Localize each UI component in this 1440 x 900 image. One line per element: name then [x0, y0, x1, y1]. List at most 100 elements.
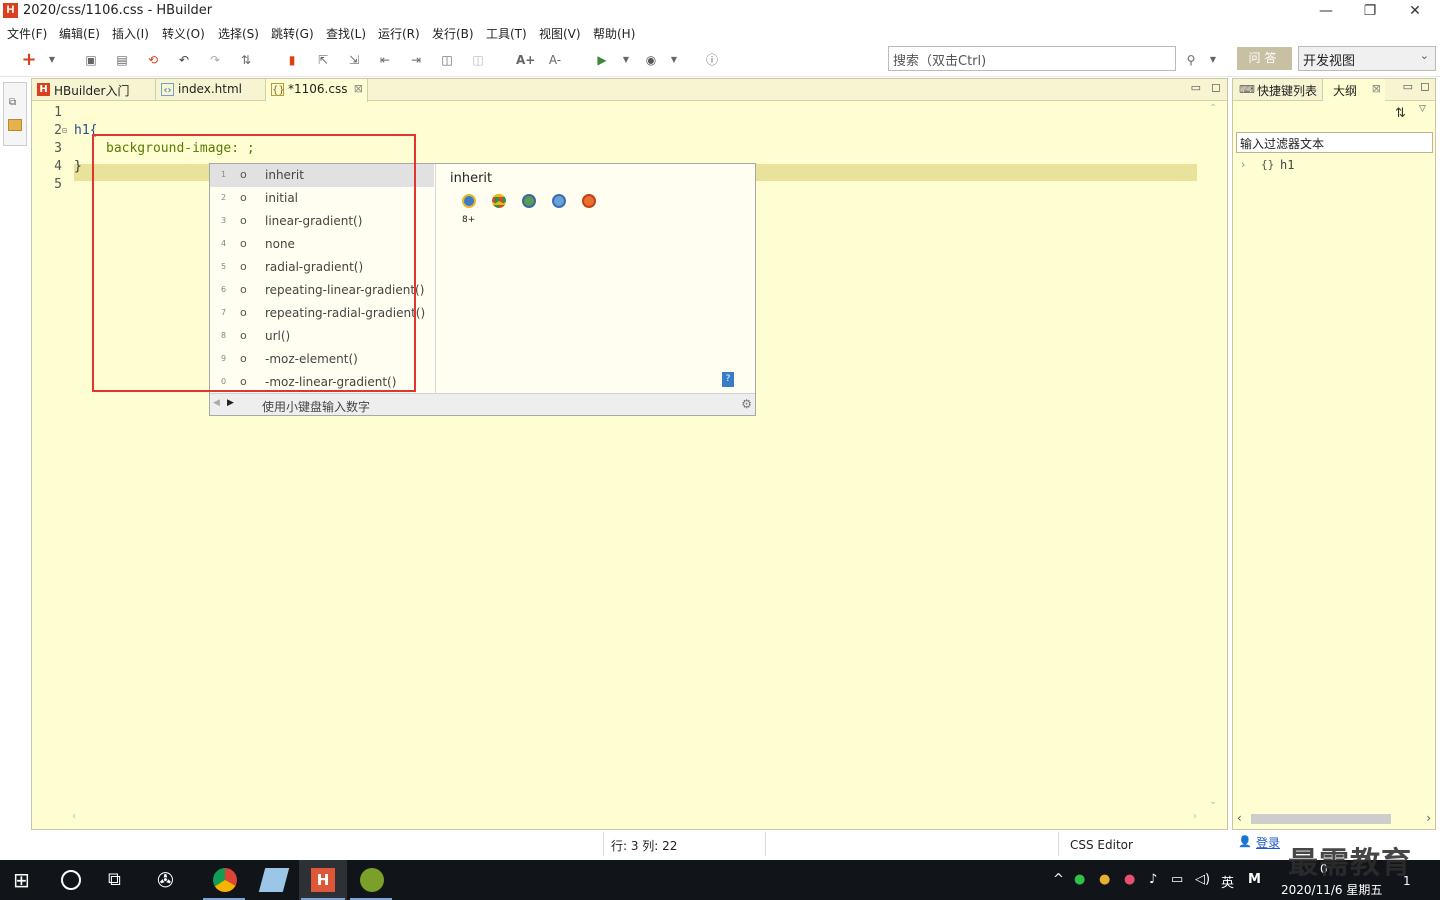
notification-bell-icon[interactable]: ♪ [1149, 872, 1157, 887]
annotation-red-box [92, 134, 416, 392]
menu-escape[interactable]: 转义(O) [162, 25, 205, 42]
notepad-icon[interactable] [258, 868, 290, 892]
view-select[interactable]: 开发视图 ⌄ [1298, 46, 1436, 71]
menu-insert[interactable]: 插入(I) [112, 25, 149, 42]
tab-index-html[interactable]: ‹› index.html [156, 79, 266, 101]
qq-icon[interactable]: ● [1099, 872, 1110, 887]
line-number: 4 [54, 159, 62, 174]
search-icon[interactable]: ⚲ [1183, 52, 1199, 68]
title-bar: H 2020/css/1106.css - HBuilder — ❐ ✕ [0, 0, 1440, 22]
format-icon[interactable]: ⇅ [238, 52, 254, 68]
folder-icon[interactable] [8, 119, 22, 131]
network-icon[interactable]: ▭ [1171, 872, 1183, 887]
redo-icon[interactable]: ↷ [207, 52, 223, 68]
windows-start-icon[interactable]: ⊞ [13, 868, 37, 892]
minimize-panel-icon[interactable]: ▭ [1403, 80, 1413, 93]
minimize-editor-icon[interactable]: ▭ [1191, 81, 1201, 94]
run-dropdown-icon[interactable]: ▼ [618, 52, 634, 68]
run-icon[interactable]: ▶ [594, 52, 610, 68]
import-icon[interactable]: ⇲ [346, 52, 362, 68]
menu-publish[interactable]: 发行(B) [432, 25, 474, 42]
pinwheel-app-icon[interactable]: ✇ [157, 868, 181, 892]
info-icon[interactable]: ⓘ [704, 52, 720, 68]
prev-page-icon[interactable]: ◀ [213, 398, 220, 408]
volume-icon[interactable]: ◁) [1195, 872, 1210, 887]
tab-close-icon[interactable]: ⊠ [354, 82, 363, 95]
close-button[interactable]: ✕ [1392, 0, 1438, 22]
scroll-right-icon[interactable]: › [1426, 811, 1431, 825]
qq2-icon[interactable]: ● [1124, 872, 1135, 887]
indent-right-icon[interactable]: ⇥ [408, 52, 424, 68]
search-dropdown-icon[interactable]: ▼ [1205, 52, 1221, 68]
scroll-up-icon[interactable]: ⌃ [1209, 103, 1217, 114]
menu-help[interactable]: 帮助(H) [593, 25, 635, 42]
sort-icon[interactable]: ⇅ [1395, 106, 1406, 121]
green-app-icon[interactable] [360, 868, 384, 892]
gear-icon[interactable]: ⚙ [741, 397, 752, 411]
menu-select[interactable]: 选择(S) [218, 25, 259, 42]
horizontal-scrollbar[interactable]: ‹ › [72, 811, 1197, 827]
outline-horizontal-scrollbar[interactable]: ‹ › [1237, 811, 1431, 827]
ime-mode[interactable]: M [1248, 872, 1261, 887]
font-increase-icon[interactable]: A+ [516, 52, 535, 68]
bookmark-icon[interactable]: ▮ [284, 52, 300, 68]
new-file-icon[interactable]: + [21, 51, 37, 69]
font-decrease-icon[interactable]: A- [547, 52, 563, 68]
save-icon[interactable]: ▣ [83, 52, 99, 68]
ime-indicator[interactable]: 英 [1221, 872, 1234, 891]
qa-button[interactable]: 问答 [1237, 47, 1292, 70]
project-panel-toggle[interactable]: ⧉ [3, 82, 27, 146]
new-dropdown-icon[interactable]: ▼ [44, 52, 60, 68]
tab-label: index.html [178, 82, 242, 96]
revert-icon[interactable]: ⟲ [145, 52, 161, 68]
menu-view[interactable]: 视图(V) [539, 25, 581, 42]
tab-close-icon[interactable]: ⊠ [1372, 82, 1381, 95]
menu-goto[interactable]: 跳转(G) [271, 25, 314, 42]
maximize-panel-icon[interactable]: ◻ [1420, 79, 1430, 93]
help-book-icon[interactable]: ? [722, 372, 734, 387]
menu-file[interactable]: 文件(F) [7, 25, 47, 42]
save-all-icon[interactable]: ▤ [114, 52, 130, 68]
menu-tools[interactable]: 工具(T) [486, 25, 527, 42]
next-page-icon[interactable]: ▶ [227, 398, 234, 408]
scroll-down-icon[interactable]: ⌄ [1209, 796, 1217, 807]
export-icon[interactable]: ⇱ [315, 52, 331, 68]
wechat-icon[interactable]: ● [1074, 872, 1085, 887]
clock-date[interactable]: 2020/11/6 星期五 [1281, 881, 1382, 898]
tab-hbuilder-intro[interactable]: H HBuilder入门 [32, 79, 156, 101]
preview-dropdown-icon[interactable]: ▼ [666, 52, 682, 68]
menu-find[interactable]: 查找(L) [326, 25, 366, 42]
scroll-right-icon[interactable]: › [1193, 811, 1197, 822]
undo-icon[interactable]: ↶ [176, 52, 192, 68]
scroll-thumb[interactable] [1251, 814, 1391, 824]
tab-outline[interactable]: 大纲 ⊠ [1323, 79, 1385, 102]
tab-1106-css[interactable]: {} *1106.css ⊠ [266, 79, 368, 102]
uncomment-icon[interactable]: ◫ [470, 52, 486, 68]
login-link[interactable]: 登录 [1256, 834, 1280, 851]
indent-left-icon[interactable]: ⇤ [377, 52, 393, 68]
scroll-left-icon[interactable]: ‹ [1237, 811, 1242, 825]
maximize-editor-icon[interactable]: ◻ [1211, 80, 1221, 94]
tab-shortcuts[interactable]: ⌨ 快捷键列表 [1235, 79, 1323, 101]
menu-run[interactable]: 运行(R) [378, 25, 420, 42]
view-menu-icon[interactable]: ▽ [1419, 104, 1426, 114]
search-icon[interactable] [61, 870, 81, 890]
outline-item-h1[interactable]: h1 [1280, 158, 1294, 172]
search-input[interactable]: 搜索（双击Ctrl) [888, 46, 1176, 71]
chrome-taskbar-icon[interactable] [213, 868, 237, 892]
show-hidden-icons[interactable]: ^ [1053, 872, 1064, 887]
scroll-left-icon[interactable]: ‹ [72, 811, 76, 822]
browser-preview-icon[interactable]: ◉ [643, 52, 659, 68]
view-select-value: 开发视图 [1303, 54, 1356, 69]
fold-icon[interactable]: ⊟ [62, 126, 67, 135]
tab-outline-label: 大纲 [1333, 84, 1358, 98]
task-view-icon[interactable]: ⧉ [108, 868, 132, 892]
comment-icon[interactable]: ◫ [439, 52, 455, 68]
minimize-button[interactable]: — [1303, 0, 1349, 22]
chevron-right-icon[interactable]: › [1241, 158, 1245, 171]
restore-button[interactable]: ❐ [1347, 0, 1393, 22]
menu-edit[interactable]: 编辑(E) [59, 25, 100, 42]
outline-filter-input[interactable]: 输入过滤器文本 [1236, 132, 1433, 153]
restore-panel-icon[interactable]: ⧉ [9, 97, 16, 108]
vertical-scrollbar[interactable]: ⌃ ⌄ [1207, 103, 1223, 807]
